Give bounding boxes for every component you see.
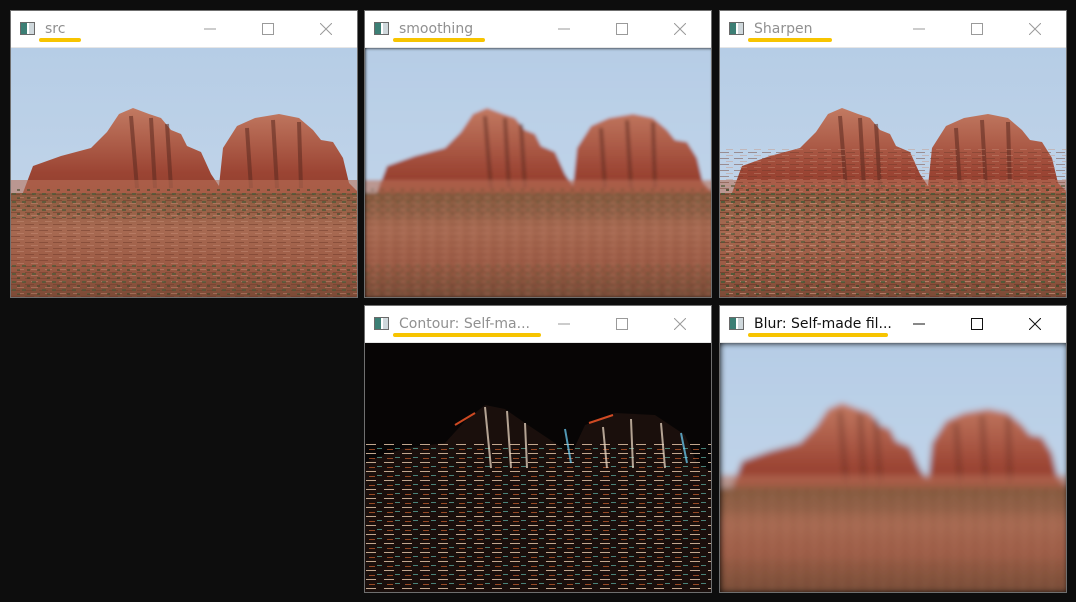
title-bar[interactable]: Contour: Self-ma... [365,306,711,343]
window-title: smoothing [399,21,474,37]
minimize-button[interactable] [896,306,942,342]
close-button[interactable] [657,11,703,47]
maximize-icon [971,23,983,35]
window-smoothing[interactable]: smoothing [364,10,712,298]
window-sharpen[interactable]: Sharpen [719,10,1067,298]
minimize-icon [204,28,216,30]
maximize-button[interactable] [245,11,291,47]
title-highlight [748,38,832,42]
maximize-icon [616,23,628,35]
image-sharpen [720,48,1066,297]
red-rocks-blurred-image [720,343,1066,592]
close-icon [320,23,332,35]
close-icon [674,318,686,330]
maximize-icon [971,318,983,330]
opencv-window-icon [729,317,744,330]
window-title: src [45,21,66,37]
title-highlight [39,38,81,42]
window-src[interactable]: src [10,10,358,298]
image-blur [720,343,1066,592]
red-rocks-contour-image [365,343,711,592]
title-bar[interactable]: src [11,11,357,48]
title-highlight [393,38,485,42]
window-title: Sharpen [754,21,813,37]
window-title: Contour: Self-ma... [399,316,530,332]
opencv-window-icon [729,22,744,35]
close-button[interactable] [1012,306,1058,342]
maximize-button[interactable] [954,306,1000,342]
window-contour[interactable]: Contour: Self-ma... [364,305,712,593]
maximize-button[interactable] [954,11,1000,47]
minimize-icon [558,28,570,30]
title-highlight [748,333,888,337]
maximize-button[interactable] [599,306,645,342]
maximize-icon [262,23,274,35]
red-rocks-smoothed-image [365,48,711,297]
minimize-button[interactable] [187,11,233,47]
close-button[interactable] [657,306,703,342]
close-button[interactable] [1012,11,1058,47]
minimize-icon [558,323,570,325]
title-bar[interactable]: Blur: Self-made fil... [720,306,1066,343]
title-bar[interactable]: smoothing [365,11,711,48]
minimize-icon [913,323,925,325]
window-blur[interactable]: Blur: Self-made fil... [719,305,1067,593]
image-contour [365,343,711,592]
close-icon [1029,23,1041,35]
red-rocks-image [11,48,357,297]
opencv-window-icon [20,22,35,35]
minimize-button[interactable] [896,11,942,47]
maximize-button[interactable] [599,11,645,47]
red-rocks-sharpened-image [720,48,1066,297]
close-icon [674,23,686,35]
opencv-window-icon [374,22,389,35]
image-smoothing [365,48,711,297]
minimize-button[interactable] [541,306,587,342]
window-title: Blur: Self-made fil... [754,316,892,332]
title-bar[interactable]: Sharpen [720,11,1066,48]
minimize-icon [913,28,925,30]
close-button[interactable] [303,11,349,47]
title-highlight [393,333,541,337]
minimize-button[interactable] [541,11,587,47]
opencv-window-icon [374,317,389,330]
image-src [11,48,357,297]
maximize-icon [616,318,628,330]
close-icon [1029,318,1041,330]
